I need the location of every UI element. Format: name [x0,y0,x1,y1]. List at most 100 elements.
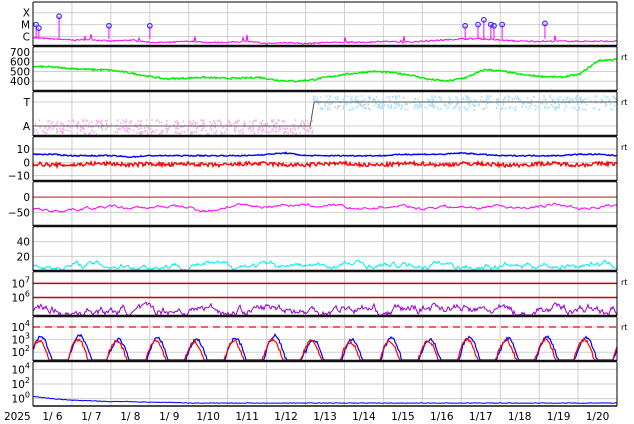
sector-point [424,106,426,109]
sector-point [110,123,112,126]
sector-point [283,131,286,134]
sector-point [406,103,408,106]
sector-point [399,108,402,111]
sector-point [90,120,93,123]
sector-point [437,108,440,111]
sector-point [45,131,48,134]
sector-point [413,107,416,110]
tick-label: 100 [12,391,30,406]
sector-point [52,127,55,130]
sector-point [356,105,359,108]
sector-point [471,103,474,106]
sector-point [465,98,468,101]
sector-point [400,104,403,107]
sector-point [555,105,558,108]
sector-point [473,108,475,111]
sector-point [445,104,447,107]
sector-point [183,130,186,133]
sector-point [372,98,375,101]
sector-point [322,107,324,110]
tick-label: −50 [8,207,30,219]
sector-point [388,106,390,109]
sector-point [248,120,251,123]
sector-point [495,107,498,110]
sector-point [249,127,252,130]
sector-point [337,98,339,101]
sector-point [192,122,194,125]
sector-point [306,119,309,122]
sector-point [212,119,215,122]
sector-point [261,119,264,122]
tick-label-text: X [23,8,30,20]
sector-point [544,98,547,101]
sector-point [426,107,428,110]
sector-point [463,106,466,109]
sector-point [177,127,180,130]
sector-point [209,126,212,129]
date-tick-label: 1/12 [274,411,298,423]
sector-point [351,99,353,102]
date-tick-label: 1/19 [547,411,571,423]
sector-point [88,132,90,135]
sector-point [421,105,423,108]
sector-point [504,107,507,110]
tick-label: 400 [10,76,30,88]
sector-point [210,128,213,131]
sector-point [299,131,302,134]
series-kp [32,259,618,271]
sector-point [145,119,148,122]
sector-point [312,97,315,100]
sector-point [485,106,488,109]
sector-point [66,129,68,132]
tick-exponent: 3 [25,332,30,341]
tick-label-text: A [23,121,31,133]
sector-point [175,127,178,130]
sector-point [139,123,142,126]
sector-point [497,103,499,106]
panel-dst-index: 0−50 [8,182,618,228]
sector-point [272,126,275,129]
panel-imf-field: 100 −10 rt [8,137,627,183]
sector-point [359,104,361,107]
sector-point [181,130,183,133]
series-flux [32,395,618,404]
sector-point [294,128,296,131]
sector-point [601,98,604,101]
sector-point [235,121,237,124]
sector-point [377,99,380,102]
sector-point [301,119,303,122]
sector-point [126,130,128,133]
sector-point [344,95,347,98]
sector-point [136,131,138,134]
sector-point [406,108,409,111]
sector-point [440,99,442,102]
tick-label-text: T [23,97,31,109]
sector-point [227,119,230,122]
tick-label: T [23,97,31,109]
sector-point [375,102,377,105]
sector-point [329,103,332,106]
sector-point [611,95,614,98]
sector-point [217,120,219,123]
tick-label: A [23,121,31,133]
sector-point [267,131,270,134]
tick-label-text: 0 [23,192,30,204]
sector-point [116,128,119,131]
sector-point [421,103,424,106]
sector-point [504,97,506,100]
sector-point [182,120,184,123]
sector-point [394,95,397,98]
sector-point [150,132,153,135]
sector-point [594,107,596,110]
tick-label-text: 400 [10,76,30,88]
sector-point [395,102,398,105]
sector-point [302,127,304,130]
sector-point [382,98,384,101]
sector-point [165,120,168,123]
sector-point [530,99,533,102]
sector-point [101,123,104,126]
sector-point [141,131,144,134]
series-electrons [32,301,618,317]
panel-proton-flux: 104103102rt [12,317,627,363]
sector-point [430,104,432,107]
